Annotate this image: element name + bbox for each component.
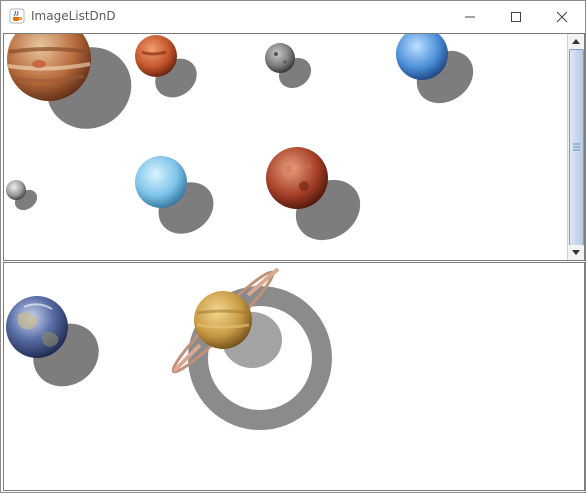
scroll-thumb[interactable] (569, 49, 584, 246)
title-bar[interactable]: ImageListDnD (1, 1, 585, 32)
planet-moon[interactable] (6, 180, 41, 214)
planet-mercury[interactable] (265, 43, 317, 94)
close-icon (556, 11, 568, 22)
bottom-image-list[interactable] (3, 262, 585, 491)
planet-jupiter[interactable] (7, 34, 146, 144)
top-image-list[interactable] (3, 33, 585, 261)
scroll-thumb-grip-icon (573, 143, 580, 151)
planet-saturn[interactable] (167, 266, 332, 430)
window-title: ImageListDnD (31, 9, 116, 23)
arrow-down-icon (572, 250, 580, 255)
planet-neptune[interactable] (396, 34, 483, 114)
maximize-icon (511, 11, 521, 22)
scroll-up-button[interactable] (568, 34, 584, 49)
arrow-up-icon (572, 39, 580, 44)
app-window: ImageListDnD (0, 0, 586, 493)
maximize-button[interactable] (493, 1, 539, 32)
minimize-icon (465, 16, 475, 17)
planet-mars[interactable] (135, 35, 204, 105)
java-cup-icon (9, 8, 25, 24)
top-list-scrollbar[interactable] (567, 34, 584, 260)
planet-earth[interactable] (6, 296, 111, 399)
planet-uranus[interactable] (135, 156, 224, 244)
scroll-down-button[interactable] (568, 245, 584, 260)
close-button[interactable] (539, 1, 585, 32)
planet-venus[interactable] (266, 147, 372, 252)
minimize-button[interactable] (447, 1, 493, 32)
